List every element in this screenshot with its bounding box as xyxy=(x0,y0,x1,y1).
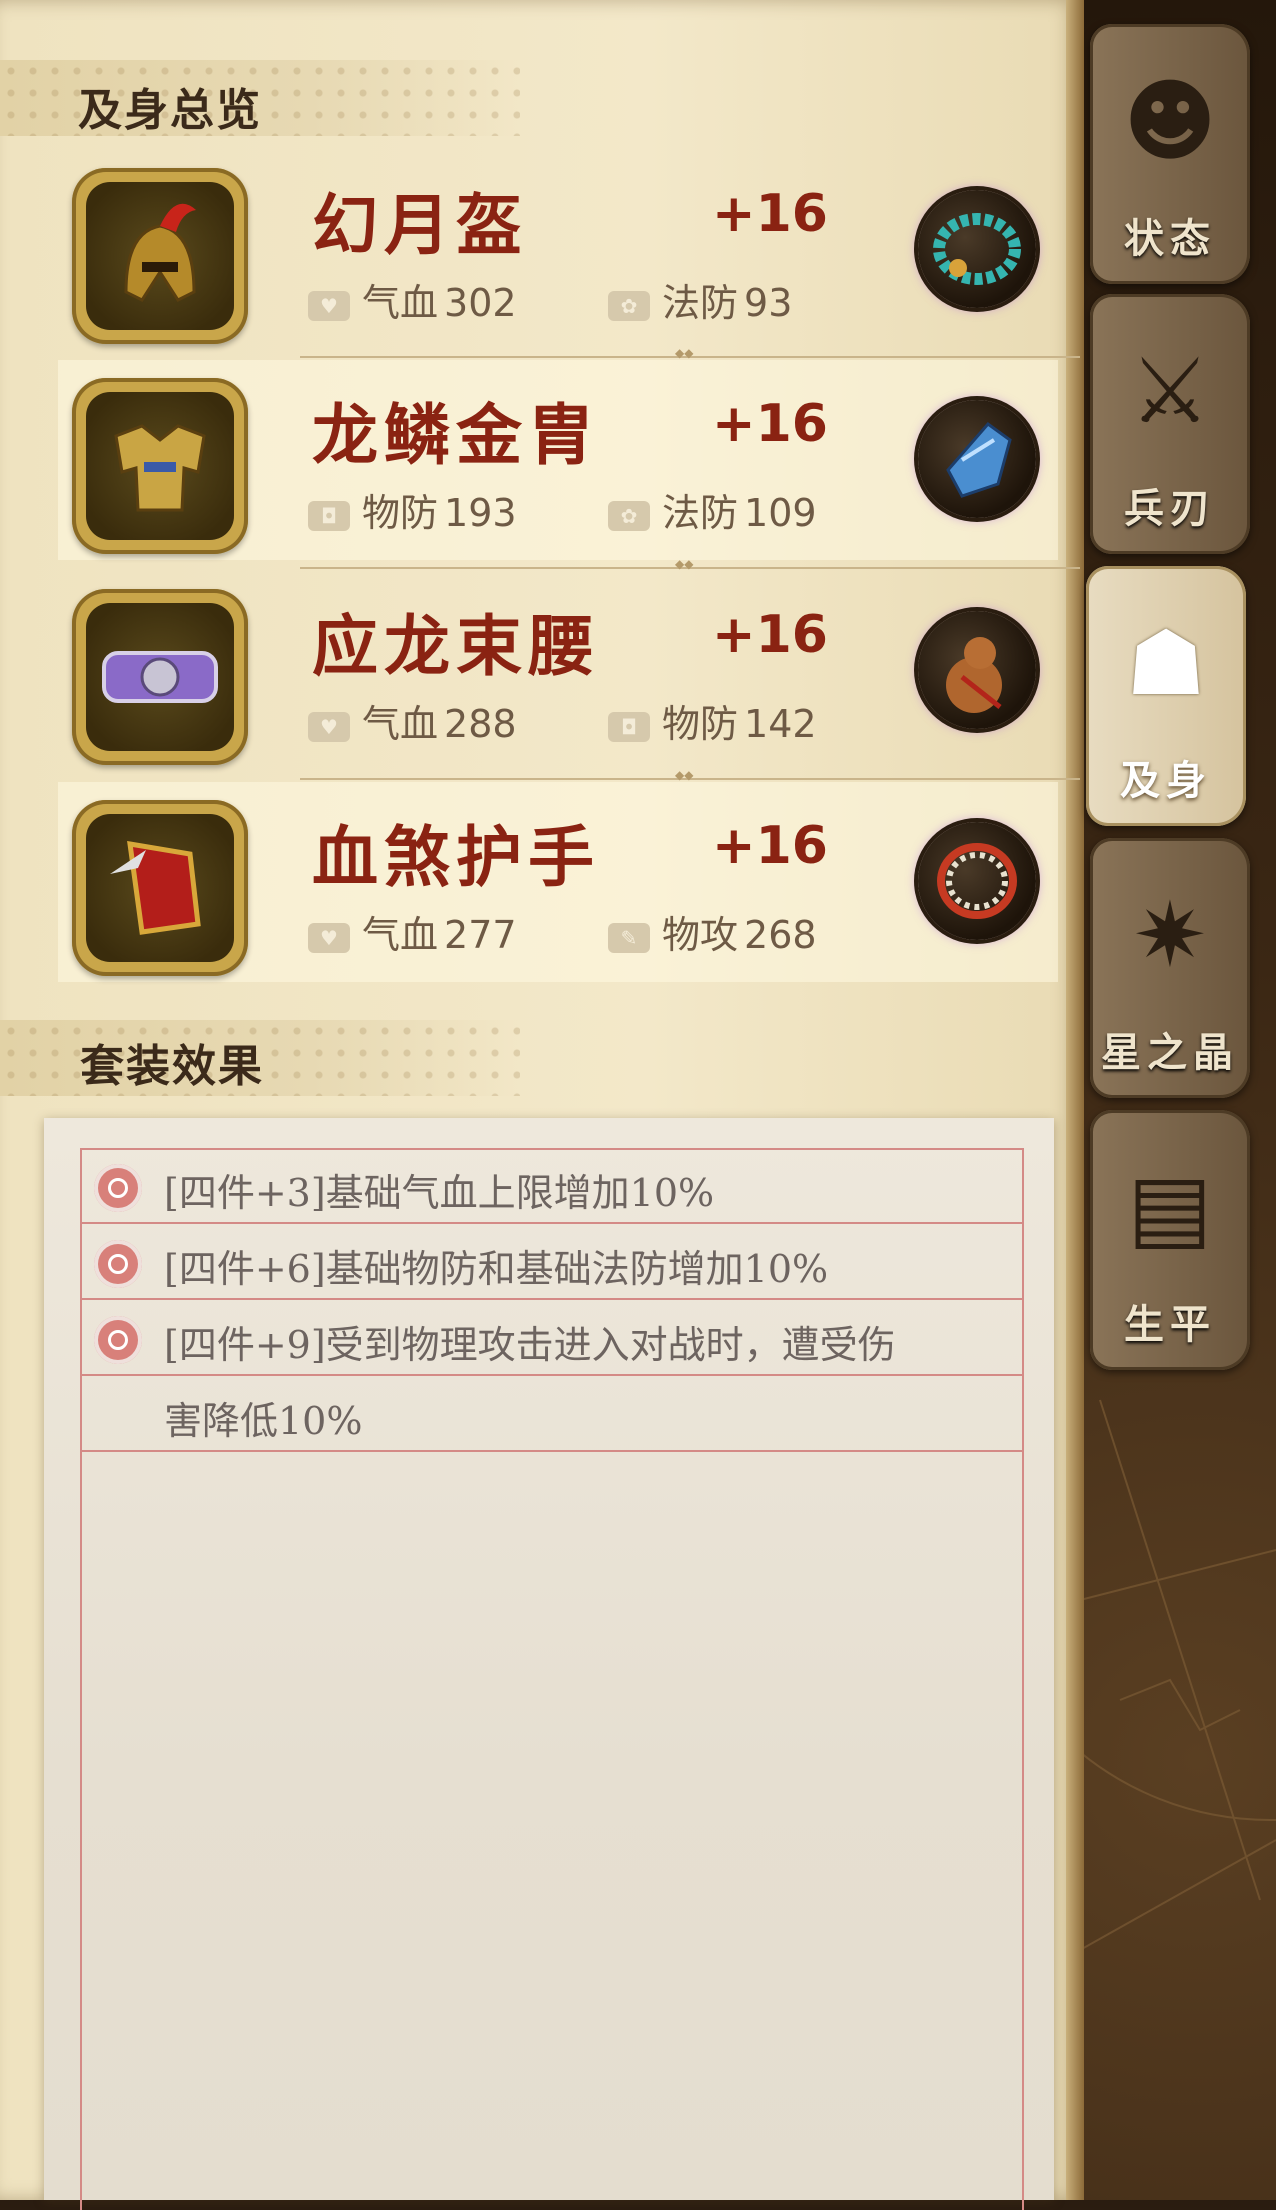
blue-crystal-icon[interactable] xyxy=(918,400,1036,518)
magic-defense-icon: ✿ xyxy=(608,500,650,531)
set-effects-title: 套装效果 xyxy=(80,1041,264,1092)
tab-weapon[interactable]: ⚔ 兵刃 xyxy=(1090,294,1250,554)
stat-value: 93 xyxy=(744,281,793,325)
gauntlet-icon[interactable] xyxy=(72,800,248,976)
book-icon: ▤ xyxy=(1127,1155,1213,1260)
set-effect-3-continued: 害降低10% xyxy=(164,1399,363,1443)
effect-divider xyxy=(80,1298,1022,1300)
magic-defense-icon: ✿ xyxy=(608,290,650,321)
stat-value: 302 xyxy=(444,281,517,325)
equipment-row-helmet[interactable]: 幻月盔 +16 ♥ 气血 302 ✿ 法防 93 xyxy=(58,150,1058,350)
armor-icon[interactable] xyxy=(72,378,248,554)
sword-icon: ⚔ xyxy=(1129,339,1211,444)
tab-label: 状态 xyxy=(1124,215,1216,262)
item-level: +16 xyxy=(712,184,828,244)
stat-value: 109 xyxy=(744,491,817,535)
item-name: 应龙束腰 xyxy=(312,607,600,685)
tab-label: 兵刃 xyxy=(1124,485,1216,532)
stat-value: 277 xyxy=(444,913,517,957)
stat-1: ♥ 气血 288 xyxy=(308,693,517,748)
set-effect-3: [四件+9]受到物理攻击进入对战时，遭受伤 xyxy=(164,1323,896,1367)
row-divider xyxy=(300,557,1080,571)
helmet-icon[interactable] xyxy=(72,168,248,344)
set-effect-1: [四件+3]基础气血上限增加10% xyxy=(164,1171,715,1215)
row-divider xyxy=(300,346,1080,360)
set-effects-paper: [四件+3]基础气血上限增加10% [四件+6]基础物防和基础法防增加10% [… xyxy=(44,1118,1054,2210)
item-name: 幻月盔 xyxy=(312,186,528,264)
equipment-row-belt[interactable]: 应龙束腰 +16 ♥ 气血 288 ◘ 物防 142 xyxy=(58,571,1058,771)
stat-value: 142 xyxy=(744,702,817,746)
item-name: 血煞护手 xyxy=(312,818,600,896)
gourd-icon[interactable] xyxy=(918,611,1036,729)
stat-label: 法防 xyxy=(662,491,739,535)
item-level: +16 xyxy=(712,816,828,876)
set-effects-header: 套装效果 xyxy=(0,1020,520,1096)
paper-border xyxy=(80,1148,1024,2210)
stat-value: 268 xyxy=(744,913,817,957)
tab-biography[interactable]: ▤ 生平 xyxy=(1090,1110,1250,1370)
character-head-icon: ☻ xyxy=(1123,69,1217,174)
star-crystal-icon: ✷ xyxy=(1132,883,1208,988)
turquoise-bead-bracelet-icon[interactable] xyxy=(918,190,1036,308)
stat-label: 气血 xyxy=(362,913,439,957)
stat-1: ♥ 气血 277 xyxy=(308,904,517,959)
stat-2: ◘ 物防 142 xyxy=(608,693,817,748)
heart-icon: ♥ xyxy=(308,290,350,321)
shield-icon: ◘ xyxy=(608,711,650,742)
tab-status[interactable]: ☻ 状态 xyxy=(1090,24,1250,284)
stat-label: 物防 xyxy=(362,491,439,535)
effect-divider xyxy=(80,1374,1022,1376)
heart-icon: ♥ xyxy=(308,922,350,953)
robe-icon: ☗ xyxy=(1125,611,1207,716)
stat-2: ✎ 物攻 268 xyxy=(608,904,817,959)
stat-value: 288 xyxy=(444,702,517,746)
stat-label: 气血 xyxy=(362,281,439,325)
stat-1: ◘ 物防 193 xyxy=(308,482,517,537)
stat-label: 法防 xyxy=(662,281,739,325)
equipment-row-armor[interactable]: 龙鳞金胄 +16 ◘ 物防 193 ✿ 法防 109 xyxy=(58,360,1058,560)
tab-label: 生平 xyxy=(1124,1301,1216,1348)
effect-divider xyxy=(80,1450,1022,1452)
effect-divider xyxy=(80,1222,1022,1224)
panel-edge xyxy=(1066,0,1084,2200)
tab-label: 星之晶 xyxy=(1101,1029,1239,1076)
item-level: +16 xyxy=(712,394,828,454)
set-effect-2: [四件+6]基础物防和基础法防增加10% xyxy=(164,1247,829,1291)
attack-icon: ✎ xyxy=(608,922,650,953)
belt-icon[interactable] xyxy=(72,589,248,765)
overview-title: 及身总览 xyxy=(78,85,262,136)
overview-header: 及身总览 xyxy=(0,60,520,136)
stat-2: ✿ 法防 93 xyxy=(608,272,792,327)
shield-icon: ◘ xyxy=(308,500,350,531)
tab-star-crystal[interactable]: ✷ 星之晶 xyxy=(1090,838,1250,1098)
equipment-row-gauntlet[interactable]: 血煞护手 +16 ♥ 气血 277 ✎ 物攻 268 xyxy=(58,782,1058,982)
tab-equipment[interactable]: ☗ 及身 xyxy=(1086,566,1246,826)
item-level: +16 xyxy=(712,605,828,665)
heart-icon: ♥ xyxy=(308,711,350,742)
stat-value: 193 xyxy=(444,491,517,535)
pearl-bracelet-icon[interactable] xyxy=(918,822,1036,940)
stat-label: 物防 xyxy=(662,702,739,746)
row-divider xyxy=(300,768,1080,782)
stat-1: ♥ 气血 302 xyxy=(308,272,517,327)
set-effect-bullet-icon xyxy=(94,1164,142,1212)
set-effect-bullet-icon xyxy=(94,1240,142,1288)
stat-2: ✿ 法防 109 xyxy=(608,482,817,537)
item-name: 龙鳞金胄 xyxy=(312,396,600,474)
stat-label: 气血 xyxy=(362,702,439,746)
set-effect-bullet-icon xyxy=(94,1316,142,1364)
tab-label: 及身 xyxy=(1120,757,1212,804)
stat-label: 物攻 xyxy=(662,913,739,957)
